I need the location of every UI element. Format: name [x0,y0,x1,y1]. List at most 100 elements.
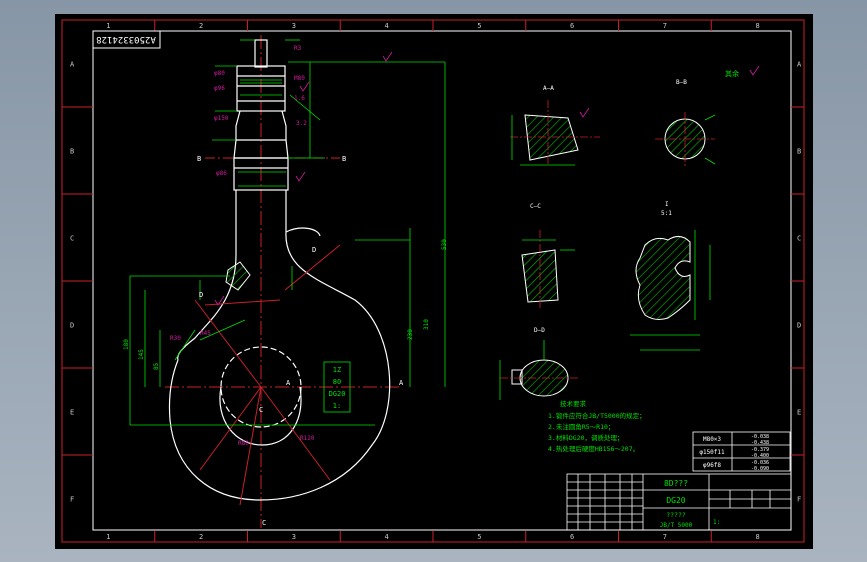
section-cc-label: C—C [530,203,541,210]
main-hook-view: φ80 φ96 φ150 φ86 R3 M80 1.6 3.2 R30 R45 … [123,35,448,528]
border-col-label-6-top: 6 [570,22,574,30]
border-row-label-D-left: D [70,322,74,330]
section-dd-label: D—D [534,327,545,334]
svg-text:85: 85 [153,362,160,370]
detail-scale: 5:1 [661,210,672,217]
title-block-scale: 1: [713,519,720,526]
notes-line-1: 1.锻件应符合JB/T5000的规定； [548,411,646,420]
border-row-label-D-right: D [797,322,801,330]
drawing-number: A2503324128 [96,34,156,44]
notes-title: 技术要求 [560,399,587,408]
svg-text:310: 310 [423,319,430,330]
notes-line-4: 4.热处理后硬度HB156～207。 [548,444,639,453]
svg-text:R30: R30 [170,335,181,342]
border-col-label-1-top: 1 [106,22,110,30]
section-dd-view: D—D [499,327,580,400]
svg-text:3.2: 3.2 [296,120,307,127]
border-row-label-F-right: F [797,496,801,504]
section-cc-view: C—C [521,203,575,310]
border-row-label-A-left: A [70,61,75,69]
detail-view: I 5:1 [630,201,711,351]
border-col-label-4-bottom: 4 [385,533,389,541]
svg-text:1.6: 1.6 [294,95,305,102]
svg-text:R120: R120 [300,435,315,442]
border-col-label-7-bottom: 7 [663,533,667,541]
title-block-material: DG20 [666,496,685,505]
rating-line-3: DG20 [329,390,346,398]
marker-b-left: B [197,155,201,163]
svg-text:R45: R45 [200,330,211,337]
detail-label: I [665,201,669,208]
roughness-note: 其余 [725,69,739,78]
marker-b-right: B [342,155,346,163]
section-bb-view: B—B 其余 [655,65,760,166]
border-col-label-6-bottom: 6 [570,533,574,541]
hook-body [168,227,391,501]
marker-a-right: A [399,379,404,387]
svg-text:180: 180 [123,339,130,350]
border-col-label-5-top: 5 [477,22,481,30]
thread-marks [238,79,286,187]
border-row-label-F-left: F [70,496,74,504]
tolerance-label: φ96f8 [703,462,721,469]
svg-text:φ86: φ86 [216,170,227,177]
tolerance-lower: -0.400 [751,453,769,459]
drawing-number-box: A2503324128 [92,30,161,49]
svg-text:530: 530 [441,239,448,250]
border-col-label-5-bottom: 5 [477,533,481,541]
border-col-label-8-top: 8 [756,22,760,30]
border-row-label-C-right: C [797,235,801,243]
section-bb-label: B—B [676,79,687,86]
dimension-values: 530 230 180 145 85 310 [123,239,448,370]
tolerance-lower: -0.438 [751,440,769,446]
svg-text:M80: M80 [294,75,305,82]
marker-c-top: C [259,406,263,414]
border-col-label-2-bottom: 2 [199,533,203,541]
border-row-label-A-right: A [797,61,802,69]
rating-line-2: 80 [333,378,341,386]
svg-text:φ80: φ80 [214,70,225,77]
section-aa-label: A—A [543,85,554,92]
title-block-company: ????? [666,511,686,519]
border-col-label-8-bottom: 8 [756,533,760,541]
tolerance-table: M80×3 -0.038-0.438φ150f11 -0.379-0.400φ96f… [692,431,791,472]
border-col-label-1-bottom: 1 [106,533,110,541]
section-cut-lines [194,244,341,506]
notes-line-3: 3.材料DG20，调质处理； [548,433,623,442]
border-row-label-E-right: E [797,409,801,417]
tolerance-label: M80×3 [703,436,721,443]
border-col-label-3-bottom: 3 [292,533,296,541]
border-row-label-B-right: B [797,148,801,156]
tolerance-label: φ150f11 [699,449,725,456]
border-col-label-3-top: 3 [292,22,296,30]
marker-d-upper: D [312,246,316,254]
title-block-name: 8D??? [664,479,688,488]
marker-c-bottom: C [262,519,266,527]
marker-a-left: A [286,379,291,387]
section-aa-view: A—A [510,85,600,166]
svg-text:230: 230 [407,329,414,340]
drawing-canvas[interactable]: 1 1 2 2 3 3 4 4 5 5 6 6 7 7 8 8 A A B B C C D D E E F F A2503324128 [55,14,813,549]
title-block-standard: JB/T 5000 [660,522,693,529]
svg-text:R80: R80 [238,440,249,447]
drawing-sheet: 1 1 2 2 3 3 4 4 5 5 6 6 7 7 8 8 A A B B C C D D E E F F A2503324128 [61,19,805,543]
svg-text:R3: R3 [294,45,302,52]
rating-line-1: 1Z [333,366,341,374]
border-col-label-7-top: 7 [663,22,667,30]
cad-viewport: 1 1 2 2 3 3 4 4 5 5 6 6 7 7 8 8 A A B B C C D D E E F F A2503324128 [0,0,867,562]
dimension-lines [129,39,446,426]
border-col-label-4-top: 4 [385,22,389,30]
marker-d-lower: D [199,291,203,299]
border-row-label-C-left: C [70,235,74,243]
svg-text:φ150: φ150 [214,115,229,122]
border-row-label-E-left: E [70,409,74,417]
svg-text:145: 145 [138,349,145,360]
border-col-label-2-top: 2 [199,22,203,30]
tolerance-lower: -0.090 [751,466,769,472]
border-zone-labels: 1 1 2 2 3 3 4 4 5 5 6 6 7 7 8 8 A A B B C C D D E E F F [70,22,802,541]
rating-line-4: 1: [333,402,341,410]
svg-text:φ96: φ96 [214,85,225,92]
technical-notes: 技术要求 1.锻件应符合JB/T5000的规定； 2.未注圆角R5～R10； 3… [548,399,646,453]
border-row-label-B-left: B [70,148,74,156]
notes-line-2: 2.未注圆角R5～R10； [548,422,614,431]
